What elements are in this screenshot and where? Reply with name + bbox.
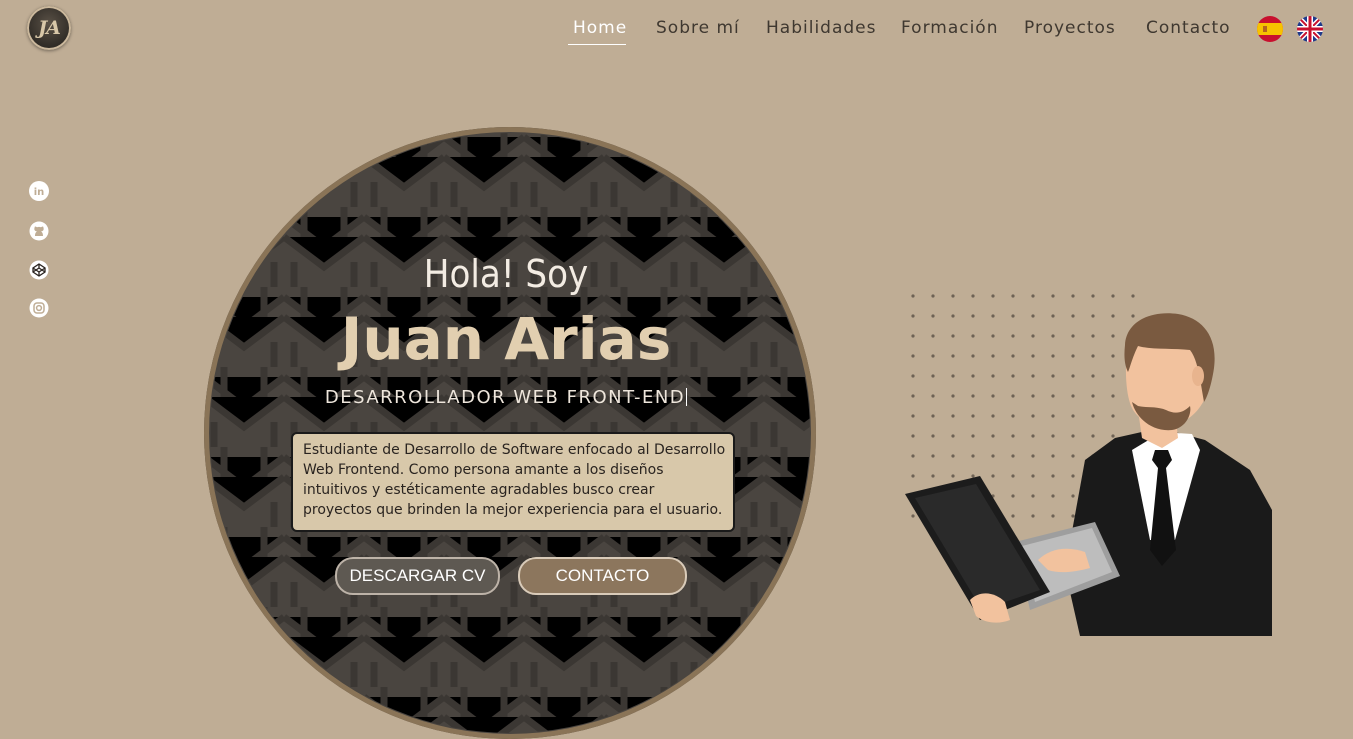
nav-habilidades[interactable]: Habilidades <box>766 18 876 38</box>
nav-formacion[interactable]: Formación <box>901 18 999 38</box>
nav-proyectos[interactable]: Proyectos <box>1024 18 1116 38</box>
nav-contacto[interactable]: Contacto <box>1146 18 1231 38</box>
svg-text:in: in <box>34 187 45 198</box>
download-cv-button[interactable]: DESCARGAR CV <box>335 557 500 595</box>
hero-role: DESARROLLADOR WEB FRONT-END <box>300 387 712 408</box>
logo[interactable]: JA <box>27 6 71 50</box>
hero-name: Juan Arias <box>340 305 672 373</box>
hero-greeting: Hola! Soy <box>423 252 589 296</box>
nav-sobre-mi[interactable]: Sobre mí <box>656 18 740 38</box>
codepen-icon[interactable] <box>29 260 49 280</box>
hero-role-text: DESARROLLADOR WEB FRONT-END <box>324 387 686 408</box>
nav-home[interactable]: Home <box>573 18 627 38</box>
uk-flag-icon[interactable] <box>1297 16 1323 42</box>
hero-description: Estudiante de Desarrollo de Software enf… <box>291 432 735 532</box>
github-icon[interactable] <box>29 221 49 241</box>
instagram-icon[interactable] <box>29 298 49 318</box>
businessman-illustration <box>905 313 1272 636</box>
linkedin-icon[interactable]: in <box>29 181 49 201</box>
contact-button[interactable]: CONTACTO <box>518 557 687 595</box>
nav-active-underline <box>568 44 626 45</box>
es-flag-icon[interactable] <box>1257 16 1283 42</box>
typing-cursor <box>686 388 688 406</box>
